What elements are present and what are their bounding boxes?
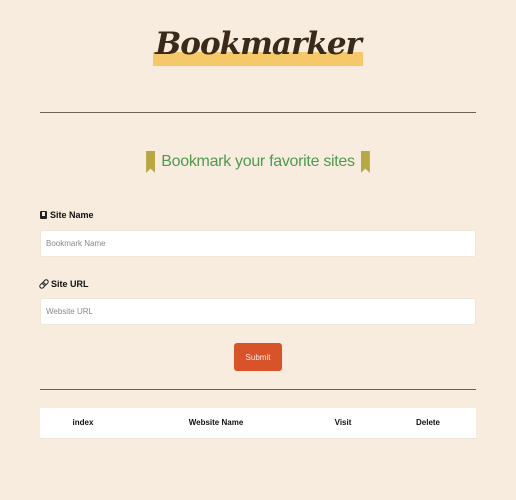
- site-url-label: Site URL: [40, 279, 89, 289]
- form-heading: Bookmark your favorite sites: [0, 151, 516, 173]
- site-name-label-text: Site Name: [50, 210, 94, 220]
- site-url-input[interactable]: [40, 298, 476, 325]
- link-icon: [40, 280, 48, 288]
- column-header-index: index: [72, 418, 94, 427]
- app-logo-text: Bookmarker: [155, 26, 362, 62]
- column-header-visit: Visit: [334, 418, 352, 427]
- book-icon: [40, 211, 47, 219]
- site-name-input[interactable]: [40, 230, 476, 257]
- bookmark-icon: [146, 151, 156, 173]
- top-divider: [40, 112, 476, 113]
- form-heading-text: Bookmark your favorite sites: [161, 153, 355, 170]
- site-url-label-text: Site URL: [51, 279, 89, 289]
- column-header-delete: Delete: [415, 418, 441, 427]
- site-name-label: Site Name: [40, 210, 94, 220]
- header: Bookmarker: [0, 22, 516, 66]
- bookmarks-table: index Website Name Visit Delete: [40, 408, 476, 439]
- bookmark-icon: [360, 151, 370, 173]
- bottom-divider: [40, 389, 476, 390]
- column-header-website-name: Website Name: [188, 418, 244, 427]
- app-logo: Bookmarker: [153, 22, 363, 66]
- submit-button[interactable]: Submit: [234, 343, 282, 371]
